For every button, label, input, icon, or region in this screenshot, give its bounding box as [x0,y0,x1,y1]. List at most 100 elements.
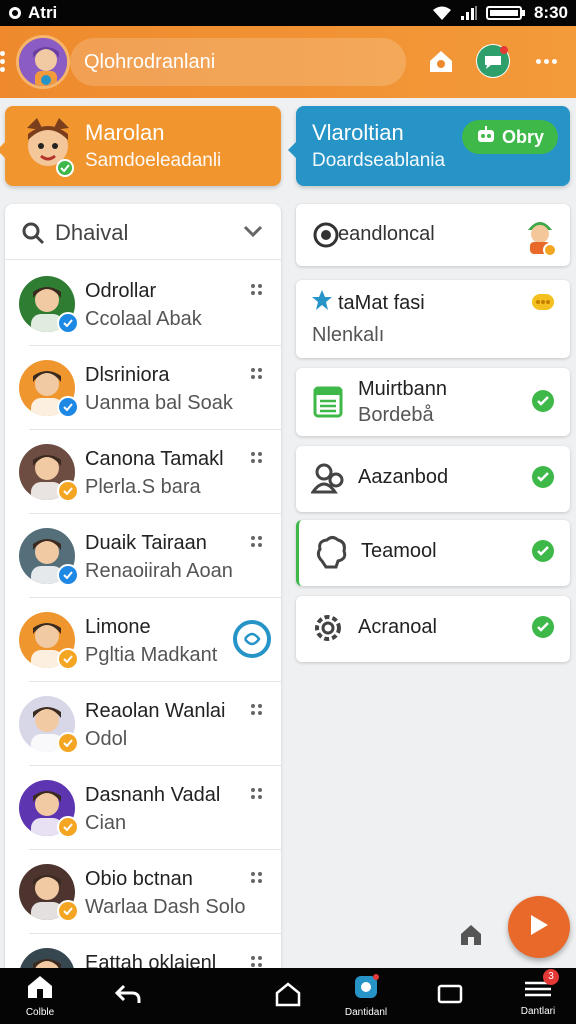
more-icon [532,294,554,315]
contact-row[interactable]: Canona Tamakl Plerla.S bara [5,430,281,514]
home-outline-icon [274,981,302,1012]
verified-badge-icon [57,648,79,670]
contact-row[interactable]: Reaolan Wanlai Odol [5,682,281,766]
contact-name: Canona Tamakl [85,448,224,470]
gear-icon [310,610,346,646]
avatar[interactable] [19,612,79,670]
contact-row[interactable]: Dasnanh Vadal Cian [5,766,281,850]
contact-name: Dasnanh Vadal [85,784,221,806]
chat-icon[interactable] [476,44,510,78]
featured-right-subtitle: Doardseablania [312,150,446,171]
nav-menu-label: Dantlari [520,1006,556,1017]
contact-row[interactable]: Limone Pgltia Madkant [5,598,281,682]
right-item-1[interactable]: taMat fasi Nlenkalı [296,280,570,358]
contacts-header-title: Dhaival [55,220,129,245]
contact-row[interactable]: Dlsriniora Uanma bal Soak [5,346,281,430]
avatar[interactable] [19,864,79,922]
drag-handle-icon[interactable] [251,452,263,464]
menu-icon: 3 [523,969,559,1004]
search-icon[interactable] [21,221,45,250]
contact-row[interactable]: Duaik Tairaan Renaoiirah Aoan [5,514,281,598]
signal-icon [460,5,478,21]
drag-handle-icon[interactable] [251,872,263,884]
contact-name: Reaolan Wanlai [85,700,226,722]
time-label: 8:30 [533,3,568,22]
avatar[interactable] [19,276,79,334]
app-icon [353,974,379,1005]
brain-icon [313,534,349,570]
nav-home-label: Colble [25,1007,55,1018]
avatar[interactable] [19,444,79,502]
nav-home-outline[interactable] [268,968,308,1024]
right-item-5[interactable]: Acranoal [296,596,570,662]
app-bar: Qlohrodranlani [0,26,576,98]
contact-name: Obio bctnan [85,868,193,890]
drag-handle-icon[interactable] [251,368,263,380]
small-home-icon[interactable] [458,922,484,948]
contact-name: Duaik Tairaan [85,532,207,554]
drag-handle-icon[interactable] [251,956,263,968]
nav-center[interactable]: Dantidanl [336,968,396,1024]
nav-menu[interactable]: 3 Dantlari [514,968,562,1024]
play-button[interactable] [508,896,570,958]
featured-card-right[interactable]: Vlaroltian Doardseablania Obry [288,106,570,186]
verified-badge-icon [57,480,79,502]
obry-button[interactable]: Obry [462,120,558,154]
right-item-label: Aazanbod [358,466,449,488]
right-item-label: Acranoal [358,616,437,638]
right-item-label: Muirtbann [358,378,447,400]
drag-handle-icon[interactable] [251,704,263,716]
featured-card-left[interactable]: Marolan Samdoeleadanli [0,106,281,186]
drag-handle-icon[interactable] [251,536,263,548]
nav-back[interactable] [108,968,148,1024]
right-item-3[interactable]: Aazanbod [296,446,570,512]
verified-badge-icon [57,900,79,922]
obry-button-label: Obry [501,126,544,147]
nav-recents[interactable] [430,968,470,1024]
right-item-label: Teamool [361,540,437,562]
contact-name: Limone [85,616,151,638]
contact-subtitle: Odol [85,728,128,750]
back-icon [114,982,142,1011]
verified-badge-icon [57,564,79,586]
contacts-header[interactable]: Dhaival [5,204,281,260]
right-item-sub: Nlenkalı [312,324,385,346]
wifi-icon [432,5,452,21]
notification-icon [8,6,22,20]
home-icon [26,974,54,1005]
notification-count: 3 [543,969,559,985]
contacts-panel: Dhaival Odrollar Ccolaal Abak Dlsriniora Ua… [5,204,281,974]
contact-subtitle: Ccolaal Abak [85,308,202,330]
search-input[interactable]: Qlohrodranlani [70,38,406,86]
profile-avatar[interactable] [16,35,70,89]
battery-icon [485,5,526,21]
nav-home[interactable]: Colble [18,968,62,1024]
right-item-0[interactable]: eandloncal [296,204,570,266]
play-icon [528,913,550,942]
chevron-down-icon[interactable] [243,224,263,243]
avatar[interactable] [19,360,79,418]
avatar[interactable] [19,780,79,838]
check-icon [532,540,554,562]
list-icon [310,384,346,420]
contact-subtitle: Plerla.S bara [85,476,201,498]
sync-icon[interactable] [233,620,271,658]
overflow-menu-icon[interactable] [534,44,558,78]
check-icon [532,616,554,638]
drag-handle-icon[interactable] [251,284,263,296]
users-icon [310,460,346,496]
home-icon[interactable] [424,44,458,78]
star-icon [310,288,334,312]
avatar[interactable] [19,696,79,754]
drag-handle-icon[interactable] [251,788,263,800]
right-item-4[interactable]: Teamool [296,520,570,586]
contact-row[interactable]: Obio bctnan Warlaa Dash Solo [5,850,281,934]
status-bar: Atri 8:30 [0,0,576,26]
avatar[interactable] [19,528,79,586]
contact-row[interactable]: Odrollar Ccolaal Abak [5,262,281,346]
drawer-handle[interactable] [0,48,8,78]
right-item-2[interactable]: Muirtbann Bordebå [296,368,570,436]
bot-icon [476,125,496,149]
featured-left-title: Marolan [85,120,165,145]
check-icon [532,466,554,488]
